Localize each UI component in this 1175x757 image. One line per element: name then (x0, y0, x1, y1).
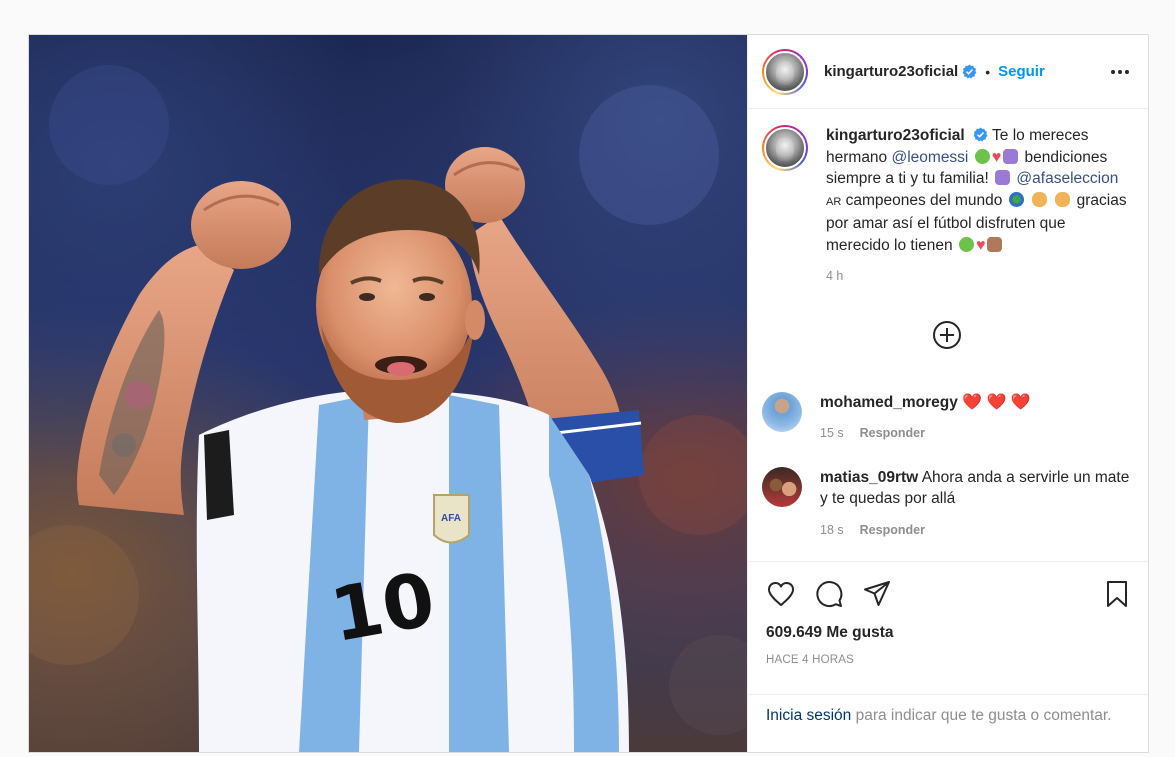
more-options-icon[interactable] (1108, 60, 1132, 84)
mention-afaseleccion[interactable]: @afaseleccion (1016, 170, 1118, 187)
share-icon[interactable] (862, 579, 892, 609)
alien-emoji-icon (958, 236, 974, 252)
caption-username[interactable]: kingarturo23oficial (826, 127, 965, 144)
heart-emoji-icon: ♥ (975, 236, 986, 254)
author-username[interactable]: kingarturo23oficial (824, 63, 958, 80)
reply-button[interactable]: Responder (860, 423, 925, 445)
argentina-flag-text: AR (826, 195, 842, 208)
comment-avatar[interactable] (762, 391, 802, 432)
post-photo[interactable]: AFA 10 (29, 35, 747, 752)
post-card: AFA 10 kingarturo23oficial • Seguir king… (28, 34, 1149, 753)
comment-item: mohamed_moregy ❤️ ❤️ ❤️ 15 s Responder (762, 391, 1132, 445)
caption-time[interactable]: 4 h (826, 266, 843, 288)
comment-icon[interactable] (814, 579, 844, 609)
reply-button[interactable]: Responder (860, 520, 925, 542)
egg-emoji-icon (1055, 191, 1071, 207)
plus-circle-icon[interactable] (932, 320, 962, 350)
mention-leomessi[interactable]: @leomessi (891, 149, 968, 166)
heart-icon[interactable] (766, 579, 796, 609)
jersey-number: 10 (325, 556, 441, 659)
comment-username[interactable]: matias_09rtw (820, 469, 918, 486)
header-separator: • (985, 63, 991, 80)
follow-button[interactable]: Seguir (998, 63, 1045, 80)
caption-meta: 4 h (826, 266, 1132, 288)
egg-emoji-icon (1032, 191, 1048, 207)
comment-avatar[interactable] (762, 466, 802, 507)
verified-badge-icon (973, 127, 988, 142)
comment-hearts: ❤️ ❤️ ❤️ (962, 393, 1031, 411)
load-more-comments (762, 320, 1132, 350)
post-actions: 609.649 Me gusta HACE 4 HORAS (748, 561, 1148, 694)
comment-username[interactable]: mohamed_moregy (820, 394, 958, 411)
post-header: kingarturo23oficial • Seguir (748, 35, 1148, 109)
alien-emoji-icon (974, 148, 990, 164)
login-prompt-text: para indicar que te gusta o comentar. (851, 707, 1112, 724)
flexed-biceps-emoji-icon (987, 236, 1003, 252)
globe-emoji-icon (1008, 191, 1024, 207)
svg-text:AFA: AFA (441, 513, 461, 524)
heart-emoji-icon: ♥ (991, 148, 1002, 166)
caption-text-3: campeones del mundo (841, 191, 1007, 209)
action-icons (766, 576, 1132, 612)
caption: kingarturo23oficial Te lo mereces herman… (762, 125, 1132, 288)
comments-section[interactable]: kingarturo23oficial Te lo mereces herman… (748, 109, 1148, 561)
verified-badge-icon (962, 64, 977, 79)
comment-item: matias_09rtw Ahora anda a servirle un ma… (762, 466, 1132, 542)
comment-body: matias_09rtw Ahora anda a servirle un ma… (820, 467, 1132, 542)
bookmark-icon[interactable] (1102, 579, 1132, 609)
login-link[interactable]: Inicia sesión (766, 707, 851, 724)
likes-count[interactable]: 609.649 Me gusta (766, 624, 1132, 642)
caption-body: kingarturo23oficial Te lo mereces herman… (826, 125, 1132, 288)
caption-avatar[interactable] (762, 125, 808, 171)
praying-hands-emoji-icon (995, 170, 1011, 185)
comment-time[interactable]: 18 s (820, 520, 844, 542)
author-avatar[interactable] (762, 48, 808, 95)
comment-time[interactable]: 15 s (820, 423, 844, 445)
login-prompt: Inicia sesión para indicar que te gusta … (748, 694, 1148, 752)
post-timestamp[interactable]: HACE 4 HORAS (766, 654, 1132, 666)
praying-hands-emoji-icon (1003, 148, 1019, 164)
comment-meta: 15 s Responder (820, 423, 1132, 445)
post-side-panel: kingarturo23oficial • Seguir kingarturo2… (747, 35, 1148, 752)
comment-body: mohamed_moregy ❤️ ❤️ ❤️ 15 s Responder (820, 392, 1132, 445)
comment-meta: 18 s Responder (820, 520, 1132, 542)
post-photo-illustration: AFA 10 (29, 65, 747, 752)
